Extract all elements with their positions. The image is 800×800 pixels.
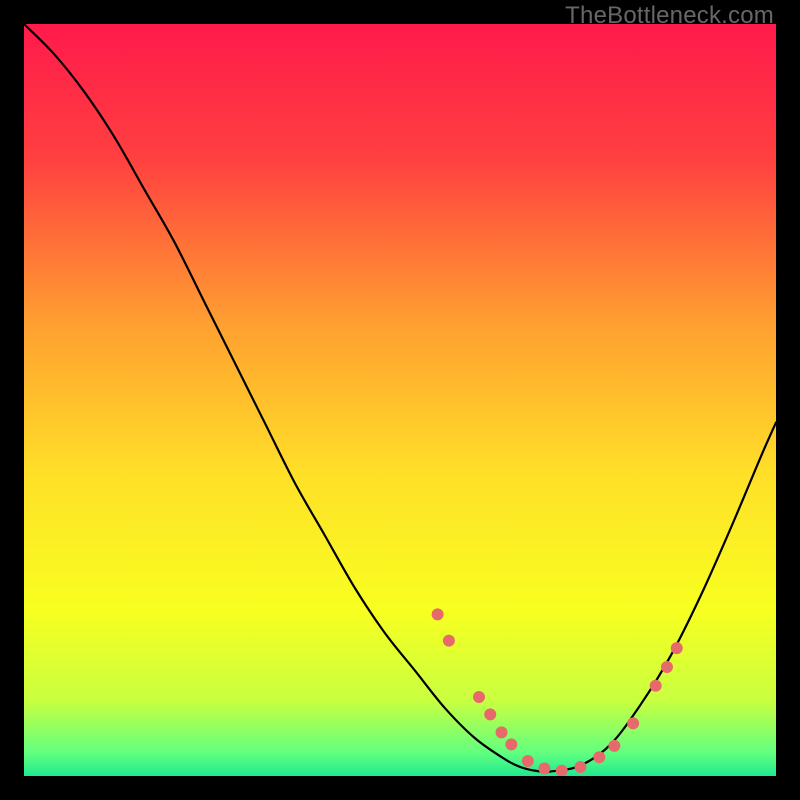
curve-marker (473, 691, 485, 703)
curve-marker (661, 661, 673, 673)
chart-frame (24, 24, 776, 776)
curve-marker (671, 642, 683, 654)
curve-marker (608, 740, 620, 752)
curve-marker (627, 717, 639, 729)
curve-marker (593, 751, 605, 763)
curve-marker (574, 761, 586, 773)
bottleneck-chart (24, 24, 776, 776)
curve-marker (443, 635, 455, 647)
curve-marker (432, 608, 444, 620)
curve-marker (484, 708, 496, 720)
curve-marker (650, 680, 662, 692)
curve-marker (538, 762, 550, 774)
curve-marker (522, 755, 534, 767)
curve-marker (505, 738, 517, 750)
curve-marker (496, 726, 508, 738)
